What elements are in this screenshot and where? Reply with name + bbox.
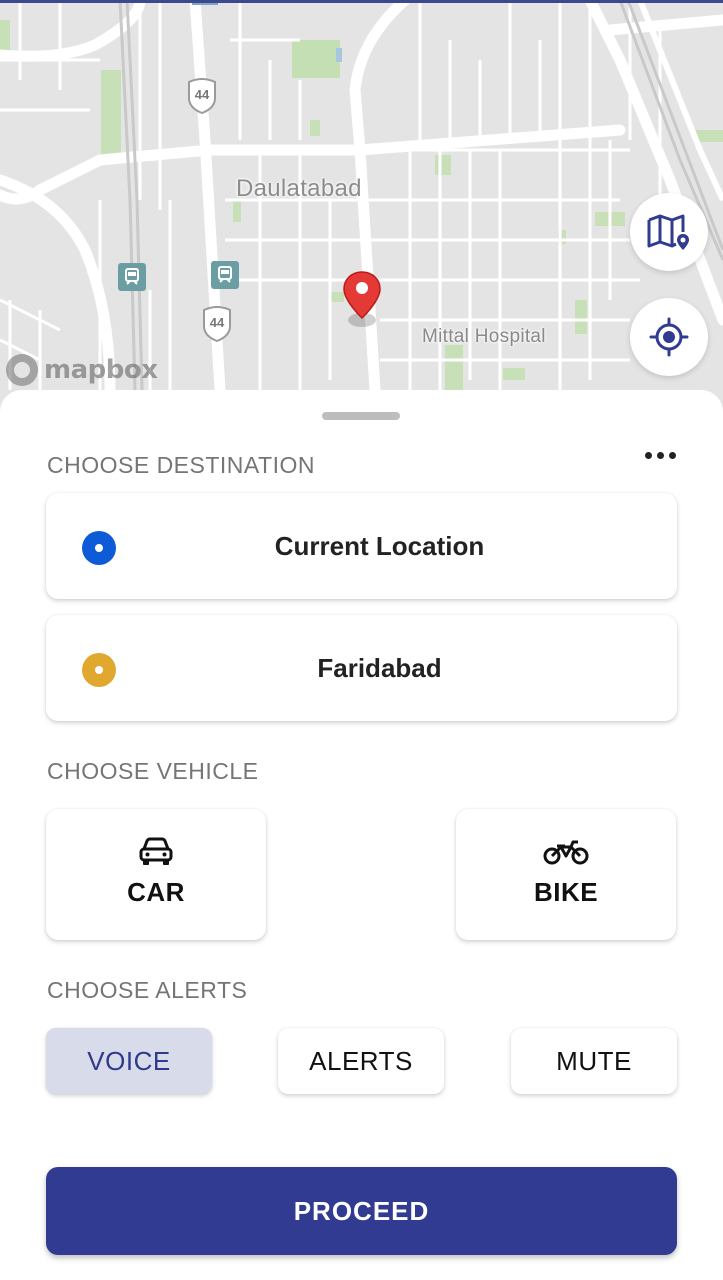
route-options-sheet: CHOOSE DESTINATION Current Location Fari… [0,390,723,1280]
vehicle-option-bike[interactable]: BIKE [456,809,676,940]
mapbox-logo[interactable]: mapbox [6,352,158,388]
vehicle-label: CAR [127,877,185,907]
more-dots-icon [668,451,676,459]
mapbox-logo-text: mapbox [44,355,158,385]
alerts-section-title: CHOOSE ALERTS [47,977,248,1003]
car-icon [46,837,266,867]
vehicle-option-car[interactable]: CAR [46,809,266,940]
mapbox-logo-icon [6,354,38,386]
more-dots-icon [656,451,664,459]
alert-option-mute[interactable]: MUTE [511,1028,677,1094]
alert-option-alerts[interactable]: ALERTS [278,1028,444,1094]
my-location-button[interactable] [630,298,708,376]
highway-shield: 44 [202,306,232,343]
vehicle-label: BIKE [533,877,599,907]
highway-shield-number: 44 [209,315,225,330]
train-station-icon [211,261,239,289]
bike-icon [456,837,676,867]
proceed-button[interactable]: PROCEED [46,1167,677,1255]
destination-option-current[interactable]: Current Location [46,493,677,599]
map-style-button[interactable] [630,193,708,271]
status-bar-edge [0,0,723,3]
destination-label: Current Location [274,531,485,561]
location-pin-icon [342,270,382,330]
sheet-drag-handle[interactable] [322,412,400,420]
destination-option-target[interactable]: Faridabad [46,615,677,721]
highway-shield-number: 44 [194,87,210,102]
my-location-icon [649,317,689,357]
alert-option-voice[interactable]: VOICE [46,1028,212,1094]
map-poi-label: Mittal Hospital [422,326,546,347]
destination-label: Faridabad [317,653,442,683]
more-options-button[interactable] [640,442,680,468]
map-layers-icon [647,214,689,250]
map-view[interactable]: 44 44 Daulatabad Mittal Hospital mapbox [0,0,723,420]
more-dots-icon [644,451,652,459]
map-city-label: Daulatabad [236,175,362,202]
highway-shield: 44 [187,78,217,115]
vehicle-section-title: CHOOSE VEHICLE [47,758,259,784]
train-station-icon [118,263,146,291]
destination-section-title: CHOOSE DESTINATION [47,452,315,478]
